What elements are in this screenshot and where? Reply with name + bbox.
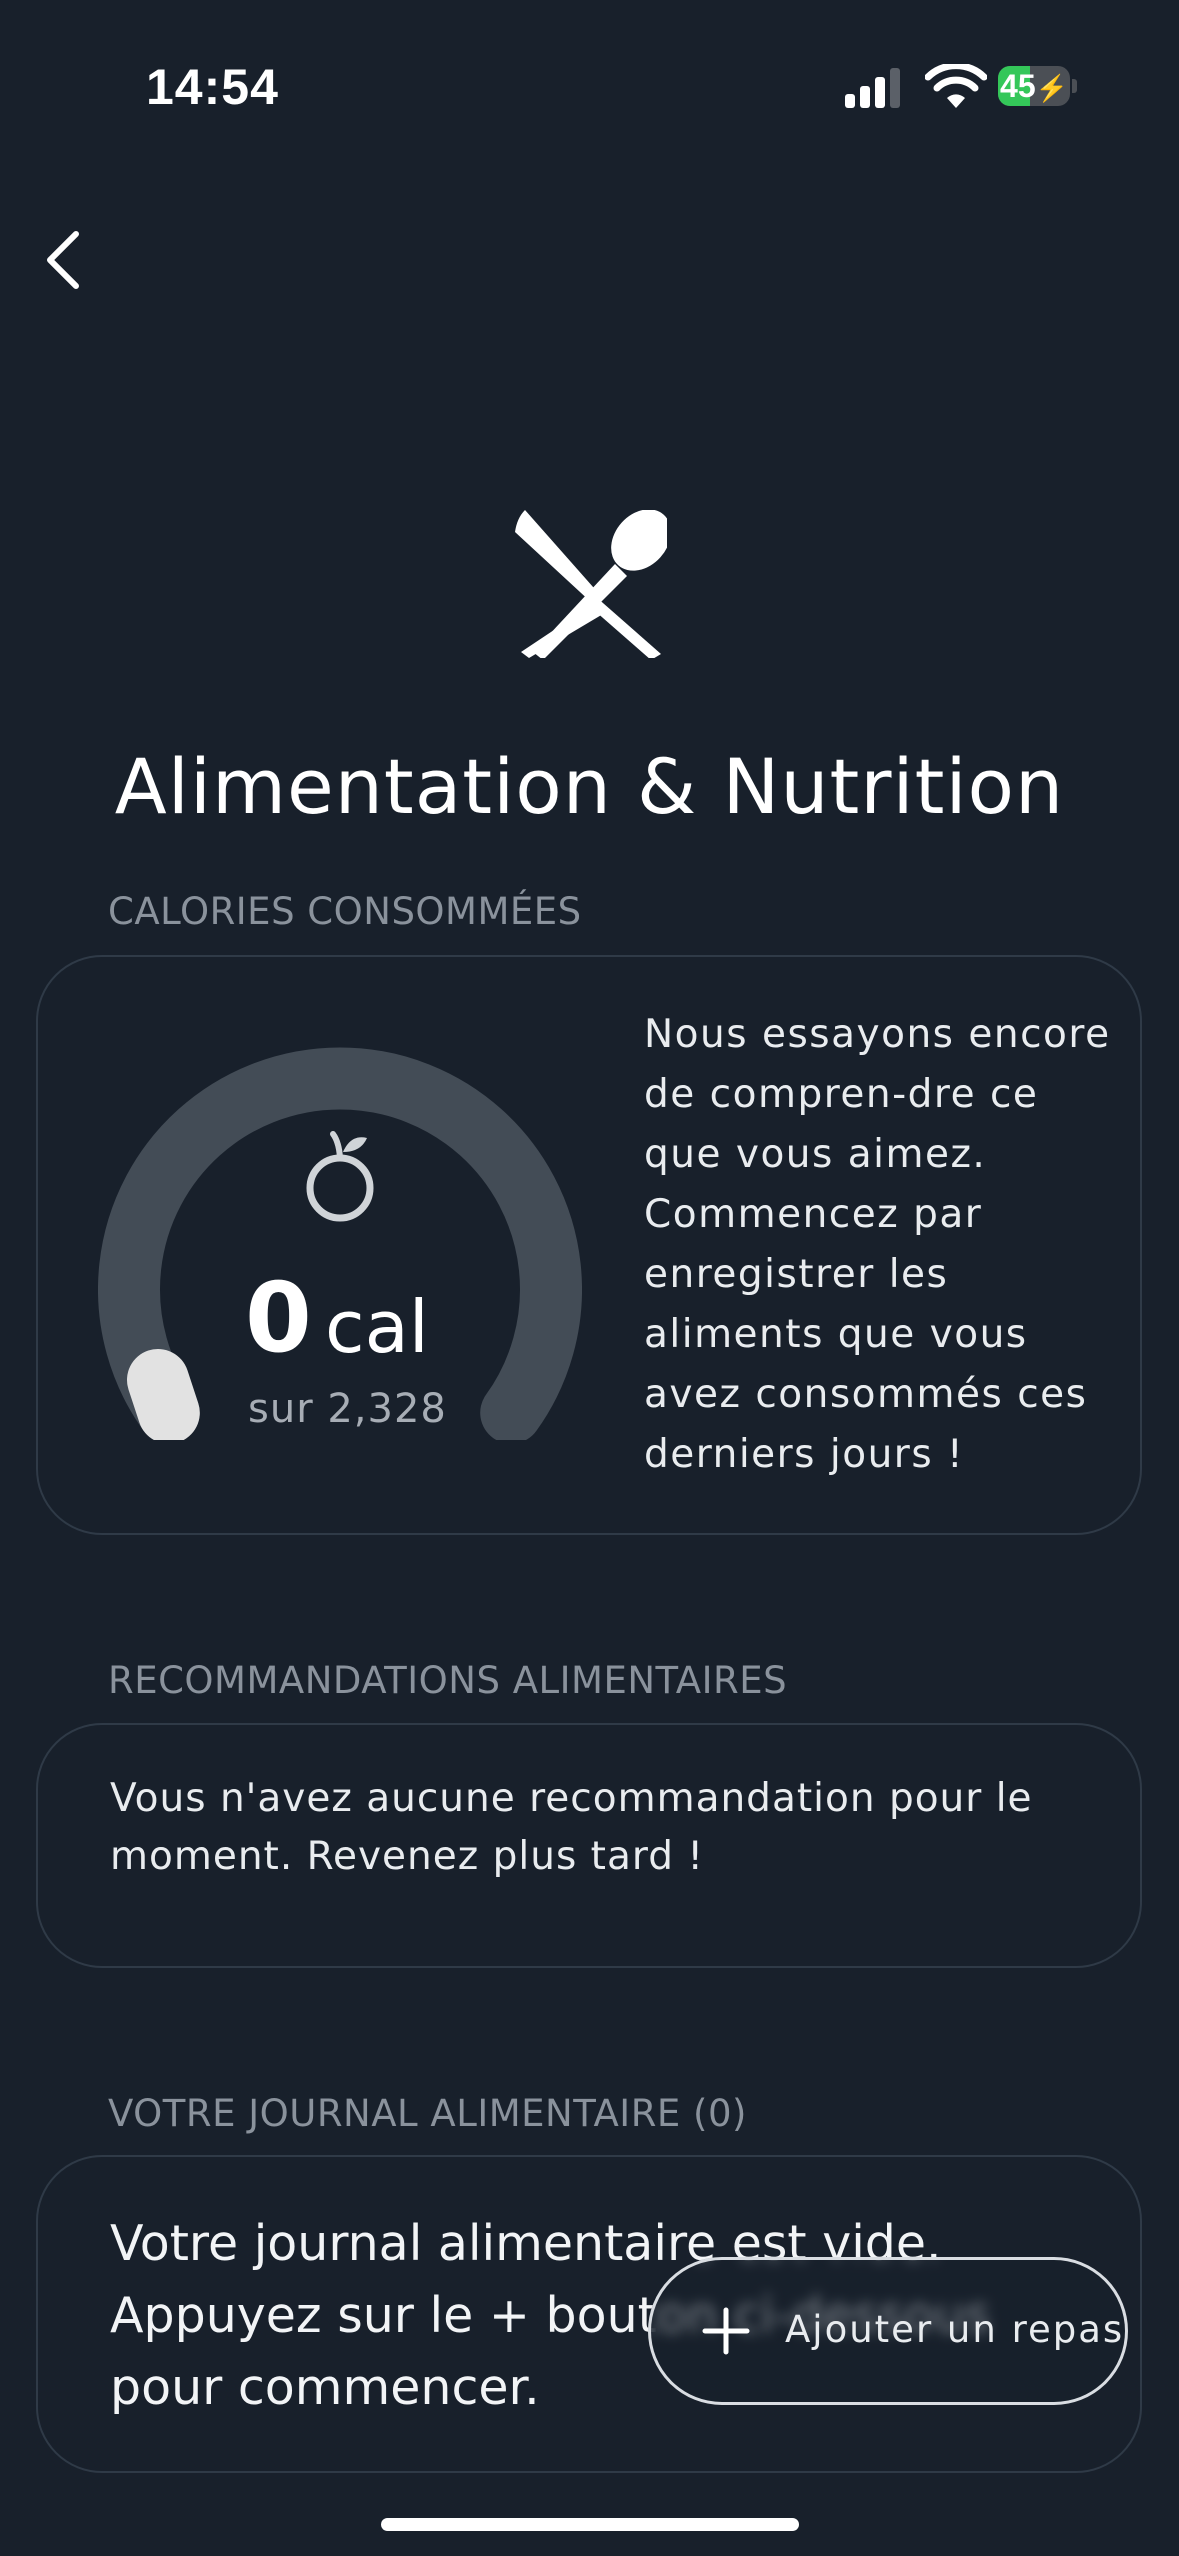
fork-spoon-icon (515, 510, 667, 658)
back-button[interactable] (40, 228, 90, 292)
plus-icon (702, 2307, 750, 2355)
inline-plus-icon: + (488, 2287, 530, 2344)
apple-icon (306, 1131, 374, 1222)
signal-icon (845, 68, 900, 108)
calorie-message: Nous essayons encore de compren-dre ce q… (644, 1012, 1111, 1477)
gauge-progress (127, 1349, 200, 1440)
calories-section-label: CALORIES CONSOMMÉES (108, 890, 582, 933)
calorie-unit: cal (325, 1285, 429, 1369)
recommendations-section-label: RECOMMANDATIONS ALIMENTAIRES (108, 1659, 788, 1702)
home-indicator[interactable] (381, 2518, 799, 2531)
calorie-value: 0 (245, 1262, 312, 1374)
add-meal-button[interactable]: Ajouter un repas (648, 2257, 1128, 2405)
page-title: Alimentation & Nutrition (114, 742, 1065, 831)
wifi-icon (925, 64, 987, 108)
battery-level: 45⚡ (1000, 68, 1068, 104)
calorie-gauge (98, 1047, 582, 1440)
journal-section-label: VOTRE JOURNAL ALIMENTAIRE (0) (108, 2092, 747, 2135)
calorie-goal: sur 2,328 (248, 1386, 447, 1432)
recommendations-text: Vous n'avez aucune recommandation pour l… (110, 1776, 1033, 1879)
status-time: 14:54 (146, 59, 279, 115)
battery-charging-icon: 45⚡ (998, 66, 1078, 106)
add-meal-label: Ajouter un repas (785, 2308, 1125, 2351)
